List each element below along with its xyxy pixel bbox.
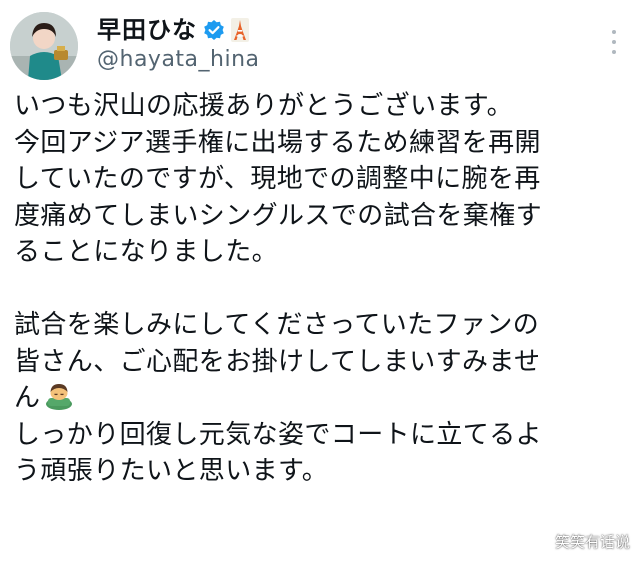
dot [612,30,616,34]
watermark-text: 笑笑有话说 [554,533,630,551]
tweet-line: 度痛めてしまいシングルスでの試合を棄権す [14,200,543,231]
tweet-line-with-emoji: ん [14,380,632,417]
tweet-line: しっかり回復し元気な姿でコートに立てるよ [14,419,543,450]
tweet-line: う頑張りたいと思います。 [14,456,329,486]
more-options-icon[interactable] [610,30,618,54]
tokyo-tower-icon [231,18,249,42]
tweet-line: 皆さん、ご心配をお掛けしてしまいすみませ [14,346,541,377]
tweet-text: いつも沢山の応援ありがとうございます。 今回アジア選手権に出場するため練習を再開… [14,88,632,490]
watermark: 笑笑有话说 [533,531,630,552]
verified-badge-icon [203,19,225,41]
tweet-line: ることになりました。 [14,237,279,267]
tweet-line-text: ん [14,383,41,413]
tweet-line: いつも沢山の応援ありがとうございます。 [14,91,514,121]
dot [612,50,616,54]
person-bowing-emoji-icon [44,380,74,410]
display-name[interactable]: 早田ひな [97,15,197,45]
tweet-line: していたのですが、現地での調整中に腕を再 [14,164,541,194]
dot [612,40,616,44]
name-row: 早田ひな [97,14,249,46]
avatar[interactable] [10,12,78,80]
tweet-line: 試合を楽しみにしてくださっていたファンの [14,310,540,340]
watermark-logo-icon [533,533,551,551]
tweet-line: 今回アジア選手権に出場するため練習を再開 [14,127,541,158]
user-handle[interactable]: @hayata_hina [97,46,260,74]
tweet-card: 早田ひな @hayata_hina いつも沢山の応援ありがとうございます。 今回… [0,0,640,562]
